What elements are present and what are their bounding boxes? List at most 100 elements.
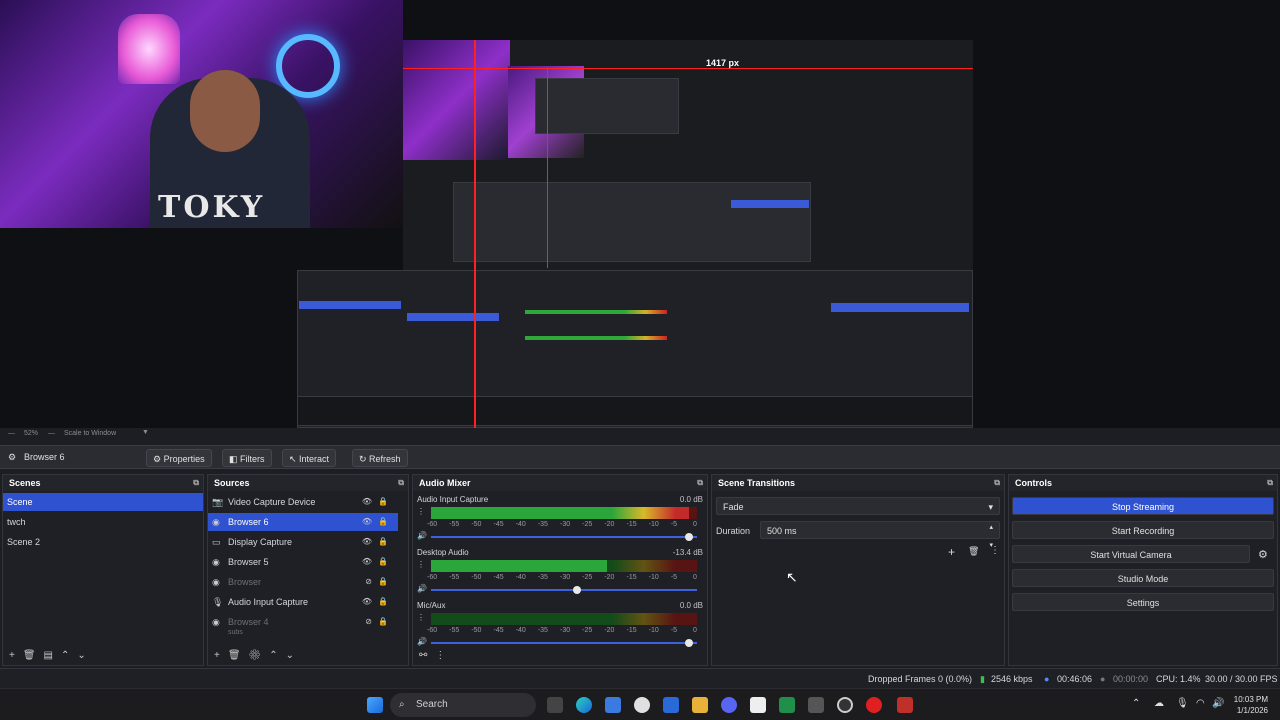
remove-icon[interactable]: 🗑 bbox=[23, 650, 44, 661]
source-item[interactable]: 🎙 Audio Input Capture 👁 🔒 bbox=[208, 593, 398, 611]
lock-icon[interactable]: 🔒 bbox=[378, 513, 388, 531]
preview-canvas[interactable]: TOKY 1417 px bbox=[0, 0, 1280, 428]
undock-icon[interactable]: ⧉ bbox=[193, 478, 199, 488]
stop-streaming-button[interactable]: Stop Streaming bbox=[1012, 497, 1274, 515]
add-icon[interactable]: + bbox=[948, 545, 955, 559]
folder-icon[interactable] bbox=[692, 697, 708, 713]
speaker-icon[interactable]: 🔊 bbox=[417, 584, 427, 593]
lock-icon[interactable]: 🔒 bbox=[378, 533, 388, 551]
store-icon[interactable] bbox=[663, 697, 679, 713]
down-icon[interactable]: ⌄ bbox=[286, 650, 302, 661]
terminal-icon[interactable] bbox=[808, 697, 824, 713]
source-item[interactable]: ◉ Browser 5 👁 🔒 bbox=[208, 553, 398, 571]
microphone-icon[interactable]: 🎙 bbox=[1176, 698, 1189, 709]
source-item[interactable]: ◉ Browser ⊘ 🔒 bbox=[208, 573, 398, 591]
channel-menu-icon[interactable]: ⋮ bbox=[417, 507, 425, 516]
source-item[interactable]: 📷 Video Capture Device 👁 🔒 bbox=[208, 493, 398, 511]
gear-icon[interactable]: ⚙ bbox=[1258, 548, 1268, 561]
scale-mode[interactable]: Scale to Window bbox=[64, 430, 116, 437]
remove-icon[interactable]: 🗑 bbox=[968, 546, 979, 557]
filters-button[interactable]: ◧ Filters bbox=[222, 449, 272, 467]
source-item[interactable]: ▭ Display Capture 👁 🔒 bbox=[208, 533, 398, 551]
cpu-usage: CPU: 1.4% bbox=[1156, 674, 1201, 684]
chevron-up-icon[interactable]: ⌃ bbox=[1132, 698, 1140, 709]
source-item[interactable]: ◉ Browser 6 👁 🔒 bbox=[208, 513, 398, 531]
remove-icon[interactable]: 🗑 bbox=[228, 650, 249, 661]
app-active-icon[interactable] bbox=[897, 697, 913, 713]
undock-icon[interactable]: ⧉ bbox=[697, 478, 703, 488]
properties-button[interactable]: ⚙ Properties bbox=[146, 449, 212, 467]
scene-item[interactable]: Scene bbox=[3, 493, 203, 511]
taskbar-search[interactable]: ⌕ Search bbox=[390, 693, 536, 717]
add-icon[interactable]: + bbox=[9, 650, 23, 661]
up-icon[interactable]: ⌃ bbox=[61, 650, 77, 661]
volume-slider-knob[interactable] bbox=[685, 533, 694, 541]
duration-field[interactable]: 500 ms ▴ ▾ bbox=[760, 521, 1000, 549]
filter-icon[interactable]: ▤ bbox=[44, 650, 61, 661]
interact-button[interactable]: ↖ Interact bbox=[282, 449, 337, 467]
transition-select[interactable]: Fade ▾ bbox=[716, 497, 1000, 515]
studio-mode-button[interactable]: Studio Mode bbox=[1012, 569, 1274, 587]
start-recording-button[interactable]: Start Recording bbox=[1012, 521, 1274, 539]
down-icon[interactable]: ⌄ bbox=[77, 650, 93, 661]
speaker-icon[interactable]: 🔊 bbox=[417, 637, 427, 646]
link-icon[interactable]: ⚯ bbox=[419, 650, 435, 661]
webcam-source[interactable]: TOKY bbox=[0, 0, 403, 228]
excel-icon[interactable] bbox=[779, 697, 795, 713]
lock-icon[interactable]: 🔒 bbox=[378, 493, 388, 511]
eye-hidden-icon[interactable]: ⊘ bbox=[365, 573, 372, 591]
nested-display-capture[interactable] bbox=[297, 40, 973, 428]
shirt-text: TOKY bbox=[158, 190, 266, 225]
undock-icon[interactable]: ⧉ bbox=[398, 478, 404, 488]
discord-icon[interactable] bbox=[721, 697, 737, 713]
add-icon[interactable]: + bbox=[214, 650, 228, 661]
taskbar-clock[interactable]: 10:03 PM 1/1/2026 bbox=[1234, 694, 1268, 716]
channel-menu-icon[interactable]: ⋮ bbox=[417, 560, 425, 569]
task-view-icon[interactable] bbox=[547, 697, 563, 713]
lock-icon[interactable]: 🔒 bbox=[378, 593, 388, 611]
eye-icon[interactable]: 👁 bbox=[362, 593, 372, 611]
volume-icon[interactable]: 🔊 bbox=[1212, 698, 1224, 709]
eye-icon[interactable]: 👁 bbox=[362, 513, 372, 531]
app-red-icon[interactable] bbox=[866, 697, 882, 713]
settings-button[interactable]: Settings bbox=[1012, 593, 1274, 611]
meter-tick: -15 bbox=[626, 521, 637, 528]
volume-slider[interactable] bbox=[431, 586, 697, 594]
stream-time: 00:46:06 bbox=[1057, 674, 1093, 684]
notepad-icon[interactable] bbox=[750, 697, 766, 713]
minus-icon[interactable]: — bbox=[8, 430, 15, 437]
lock-icon[interactable]: 🔒 bbox=[378, 573, 388, 591]
lock-icon[interactable]: 🔒 bbox=[378, 553, 388, 571]
speaker-icon[interactable]: 🔊 bbox=[417, 531, 427, 540]
refresh-button[interactable]: ↻ Refresh bbox=[352, 449, 408, 467]
gear-icon[interactable]: ⚙ bbox=[249, 650, 270, 661]
volume-slider-knob[interactable] bbox=[685, 639, 694, 647]
minus-icon-2[interactable]: — bbox=[48, 430, 55, 437]
scene-item[interactable]: twch bbox=[3, 513, 203, 531]
volume-slider-knob[interactable] bbox=[573, 586, 582, 594]
nested-window-2 bbox=[453, 182, 811, 262]
volume-slider[interactable] bbox=[431, 533, 697, 541]
volume-slider[interactable] bbox=[431, 639, 697, 647]
eye-icon[interactable]: 👁 bbox=[362, 553, 372, 571]
wifi-icon[interactable]: ◠ bbox=[1196, 698, 1205, 709]
edge-icon[interactable] bbox=[576, 697, 592, 713]
channel-menu-icon[interactable]: ⋮ bbox=[417, 613, 425, 622]
app-icon[interactable] bbox=[634, 697, 650, 713]
start-virtual-camera-button[interactable]: Start Virtual Camera bbox=[1012, 545, 1250, 563]
source-item[interactable]: subs bbox=[208, 629, 398, 637]
eye-icon[interactable]: 👁 bbox=[362, 493, 372, 511]
more-icon[interactable]: ⋮ bbox=[435, 650, 453, 661]
more-icon[interactable]: ⋮ bbox=[990, 545, 1000, 556]
up-icon[interactable]: ⌃ bbox=[269, 650, 285, 661]
windows-icon[interactable] bbox=[367, 697, 383, 713]
eye-icon[interactable]: 👁 bbox=[362, 533, 372, 551]
undock-icon[interactable]: ⧉ bbox=[1267, 478, 1273, 488]
cloud-icon[interactable]: ☁ bbox=[1154, 698, 1164, 709]
scene-item[interactable]: Scene 2 bbox=[3, 533, 203, 551]
copilot-icon[interactable] bbox=[605, 697, 621, 713]
gear-icon[interactable]: ⚙ bbox=[8, 452, 16, 463]
chevron-down-icon[interactable]: ▼ bbox=[142, 429, 149, 436]
obs-icon[interactable] bbox=[837, 697, 853, 713]
undock-icon[interactable]: ⧉ bbox=[994, 478, 1000, 488]
